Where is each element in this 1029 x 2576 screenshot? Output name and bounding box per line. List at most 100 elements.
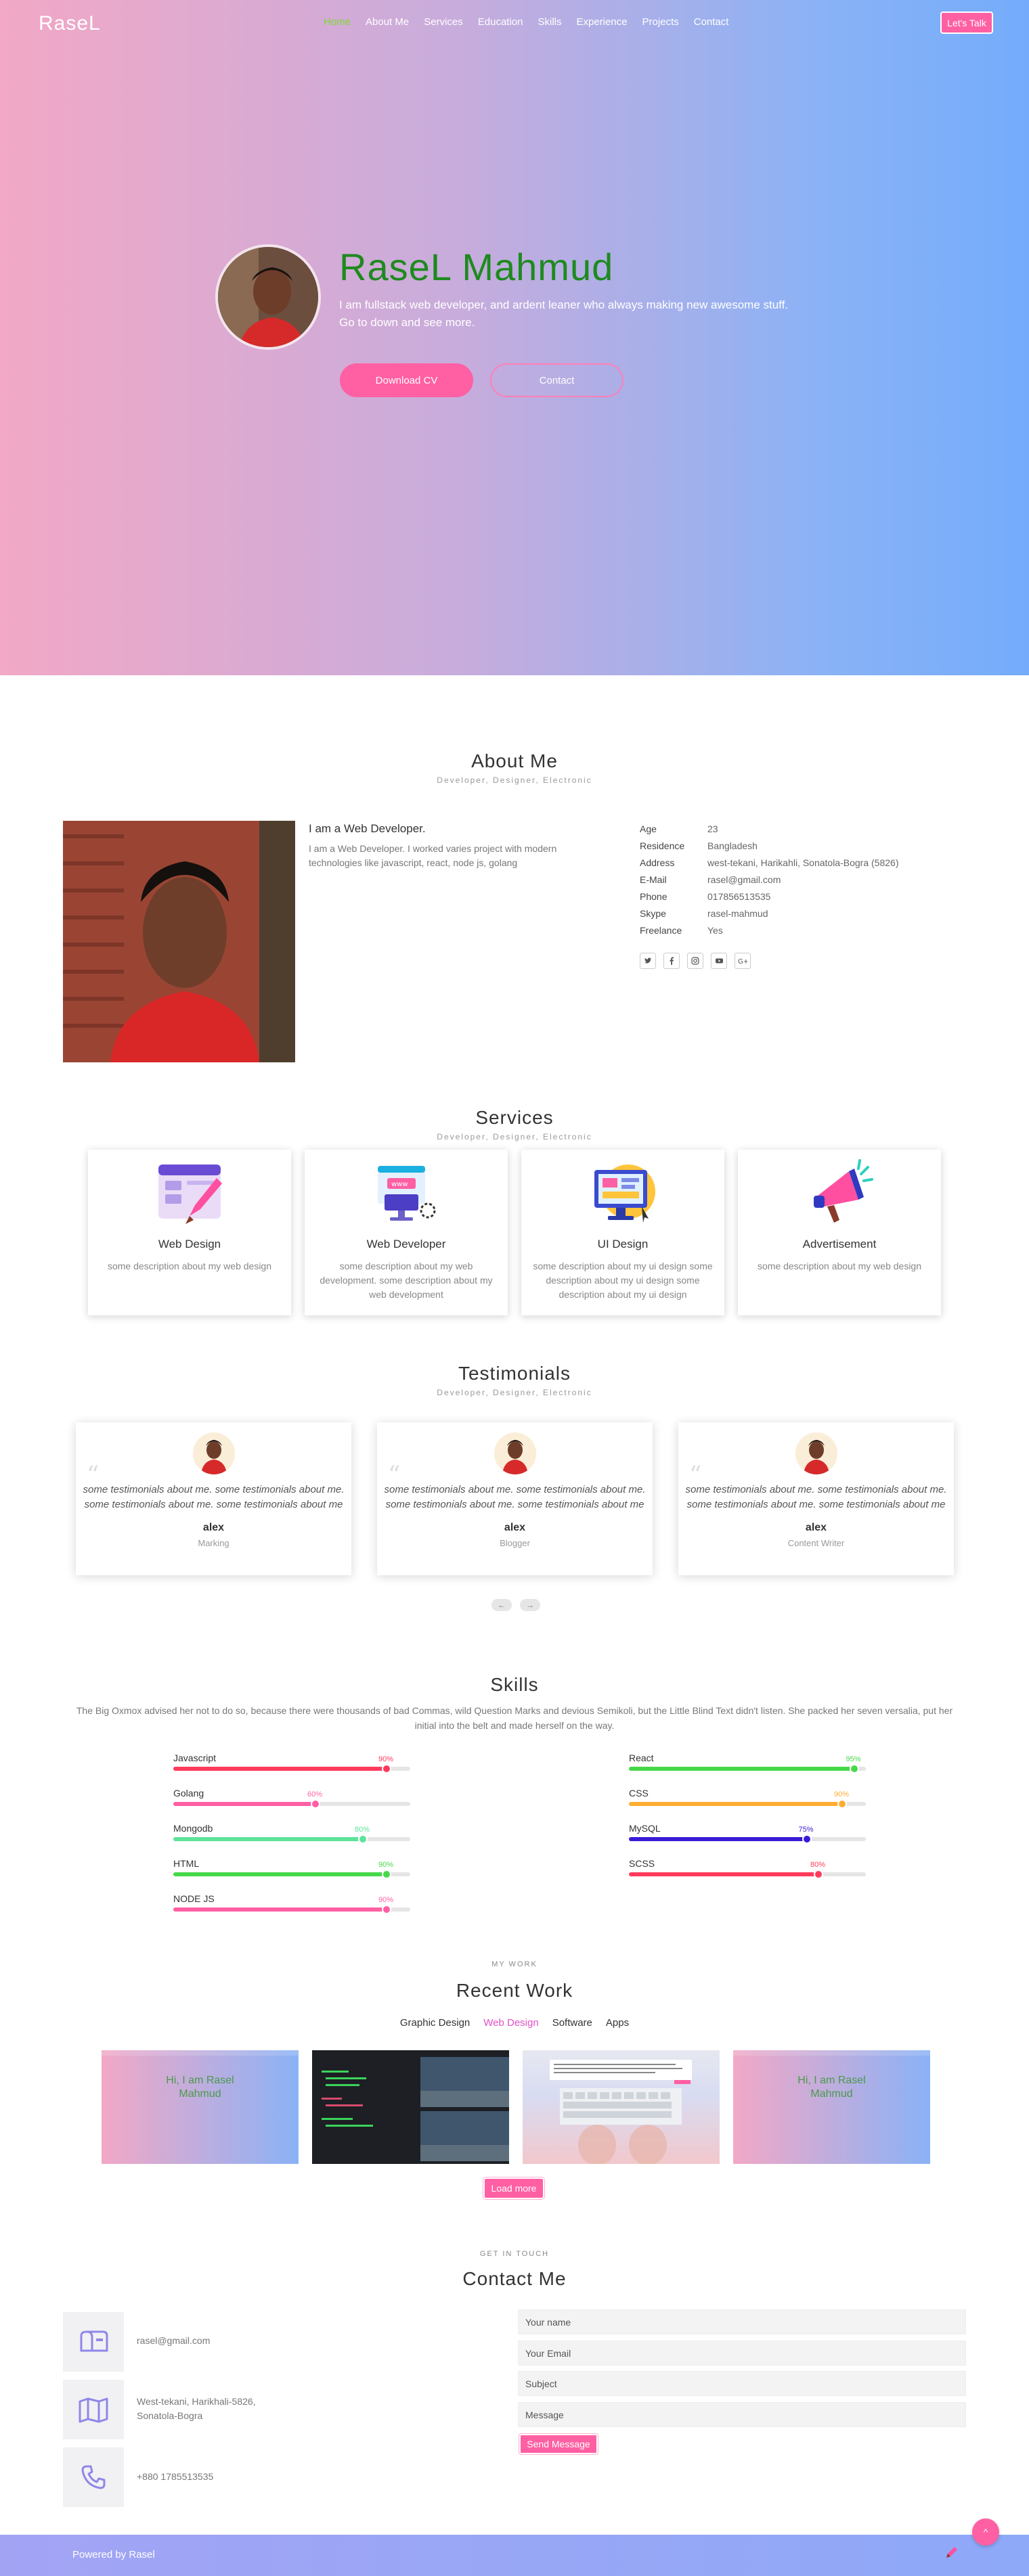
skill-bar: SCSS 80%	[629, 1858, 866, 1885]
lets-talk-button[interactable]: Let's Talk	[940, 12, 993, 34]
service-card-ui-design[interactable]: UI Design some description about my ui d…	[521, 1150, 724, 1315]
work-title: Recent Work	[456, 1980, 573, 2001]
twitter-icon[interactable]	[640, 953, 656, 969]
nav-projects[interactable]: Projects	[642, 16, 679, 28]
testimonials-title: Testimonials	[458, 1363, 571, 1384]
skill-fill	[173, 1907, 387, 1912]
skill-percent: 90%	[378, 1896, 394, 1904]
nav-education[interactable]: Education	[478, 16, 523, 28]
contact-email[interactable]: rasel@gmail.com	[137, 2334, 210, 2348]
mailbox-icon	[80, 2330, 108, 2352]
about-heading: I am a Web Developer.	[309, 822, 426, 835]
about-title: About Me	[471, 750, 558, 771]
skill-name: React	[629, 1753, 654, 1763]
testimonial-card: “ some testimonials about me. some testi…	[76, 1422, 351, 1575]
skill-percent: 80%	[355, 1826, 370, 1834]
skill-track	[173, 1834, 410, 1844]
logo[interactable]: RaseL	[39, 12, 101, 35]
contact-eyebrow: GET IN TOUCH	[479, 2250, 550, 2258]
nav-about[interactable]: About Me	[366, 16, 409, 28]
nav-experience[interactable]: Experience	[577, 16, 628, 28]
filter-graphic-design[interactable]: Graphic Design	[400, 2017, 470, 2029]
filter-apps[interactable]: Apps	[606, 2017, 629, 2029]
skill-bar: MySQL 75%	[629, 1823, 866, 1850]
skill-percent: 90%	[378, 1755, 394, 1763]
info-row-address: Address west-tekani, Harikahli, Sonatola-…	[640, 857, 899, 868]
skill-percent: 95%	[846, 1755, 861, 1763]
skill-bar: Golang 60%	[173, 1788, 410, 1815]
load-more-button[interactable]: Load more	[483, 2177, 544, 2199]
testimonial-card: “ some testimonials about me. some testi…	[377, 1422, 653, 1575]
skill-fill	[629, 1767, 854, 1771]
facebook-icon[interactable]	[663, 953, 680, 969]
phone-icon-box	[63, 2447, 124, 2507]
skill-handle	[802, 1834, 812, 1844]
skill-name: CSS	[629, 1788, 649, 1799]
filter-software[interactable]: Software	[552, 2017, 592, 2029]
service-description: some description about my ui design some…	[533, 1261, 713, 1300]
avatar	[192, 1432, 235, 1474]
pencil-icon[interactable]	[944, 2546, 959, 2560]
info-row-residence: Residence Bangladesh	[640, 840, 758, 851]
skill-fill	[629, 1802, 842, 1806]
filter-web-design[interactable]: Web Design	[483, 2017, 538, 2029]
subject-input[interactable]: Subject	[518, 2371, 966, 2396]
skill-name: Javascript	[173, 1753, 217, 1763]
skill-percent: 90%	[834, 1790, 850, 1799]
work-thumbnail[interactable]: Hi, I am Rasel Mahmud	[733, 2050, 930, 2164]
service-description: some description about my web developmen…	[320, 1261, 493, 1300]
testimonial-name: alex	[504, 1522, 526, 1533]
skill-fill	[173, 1802, 315, 1806]
service-card-web-developer[interactable]: www Web Developer some description about…	[305, 1150, 508, 1315]
skill-track	[173, 1799, 410, 1809]
skill-handle	[311, 1799, 320, 1809]
nav-skills[interactable]: Skills	[538, 16, 561, 28]
contact-title: Contact Me	[462, 2268, 567, 2289]
youtube-icon[interactable]	[711, 953, 727, 969]
contact-address: West-tekani, Harikhali-5826, Sonatola-Bo…	[137, 2396, 256, 2421]
skill-fill	[173, 1872, 387, 1876]
service-title: UI Design	[597, 1238, 649, 1250]
skill-fill	[173, 1767, 387, 1771]
skill-handle	[382, 1905, 391, 1914]
ui-design-icon	[588, 1158, 658, 1228]
avatar	[795, 1432, 837, 1474]
nav-services[interactable]: Services	[424, 16, 463, 28]
nav-contact[interactable]: Contact	[694, 16, 729, 28]
instagram-icon[interactable]	[687, 953, 703, 969]
message-input[interactable]: Message	[518, 2402, 966, 2427]
skill-bar: Mongodb 80%	[173, 1823, 410, 1850]
skills-title: Skills	[490, 1674, 539, 1695]
hero-contact-button[interactable]: Contact	[490, 363, 623, 397]
work-thumbnail[interactable]	[312, 2050, 509, 2164]
nav-home[interactable]: Home	[324, 16, 351, 28]
carousel-prev-button[interactable]: ←	[491, 1599, 512, 1611]
service-card-web-design[interactable]: Web Design some description about my web…	[88, 1150, 291, 1315]
hero-name: RaseL Mahmud	[339, 246, 614, 288]
info-row-email: E-Mail rasel@gmail.com	[640, 874, 781, 885]
service-card-advertisement[interactable]: Advertisement some description about my …	[738, 1150, 941, 1315]
name-input[interactable]: Your name	[518, 2309, 966, 2334]
contact-phone[interactable]: +880 1785513535	[137, 2470, 213, 2484]
skill-track	[629, 1799, 866, 1809]
email-input[interactable]: Your Email	[518, 2341, 966, 2366]
skill-name: HTML	[173, 1858, 200, 1869]
work-thumbnail[interactable]	[523, 2050, 720, 2164]
work-thumbnail[interactable]: Hi, I am Rasel Mahmud	[102, 2050, 299, 2164]
skill-track	[629, 1834, 866, 1844]
download-cv-button[interactable]: Download CV	[340, 363, 473, 397]
send-message-button[interactable]: Send Message	[519, 2434, 598, 2454]
skill-track	[629, 1764, 866, 1773]
service-description: some description about my web design	[757, 1261, 922, 1271]
scroll-to-top-button[interactable]: ^	[972, 2518, 999, 2546]
avatar	[494, 1432, 536, 1474]
hero-section: RaseL Home About Me Services Education S…	[0, 0, 1029, 675]
skill-handle	[358, 1834, 368, 1844]
google-plus-icon[interactable]: G+	[735, 953, 751, 969]
svg-text:G+: G+	[738, 958, 747, 965]
skill-handle	[382, 1870, 391, 1879]
quote-icon: “	[87, 1462, 100, 1489]
carousel-next-button[interactable]: →	[520, 1599, 540, 1611]
skill-bar: HTML 90%	[173, 1858, 410, 1885]
social-links: G+	[640, 953, 751, 969]
